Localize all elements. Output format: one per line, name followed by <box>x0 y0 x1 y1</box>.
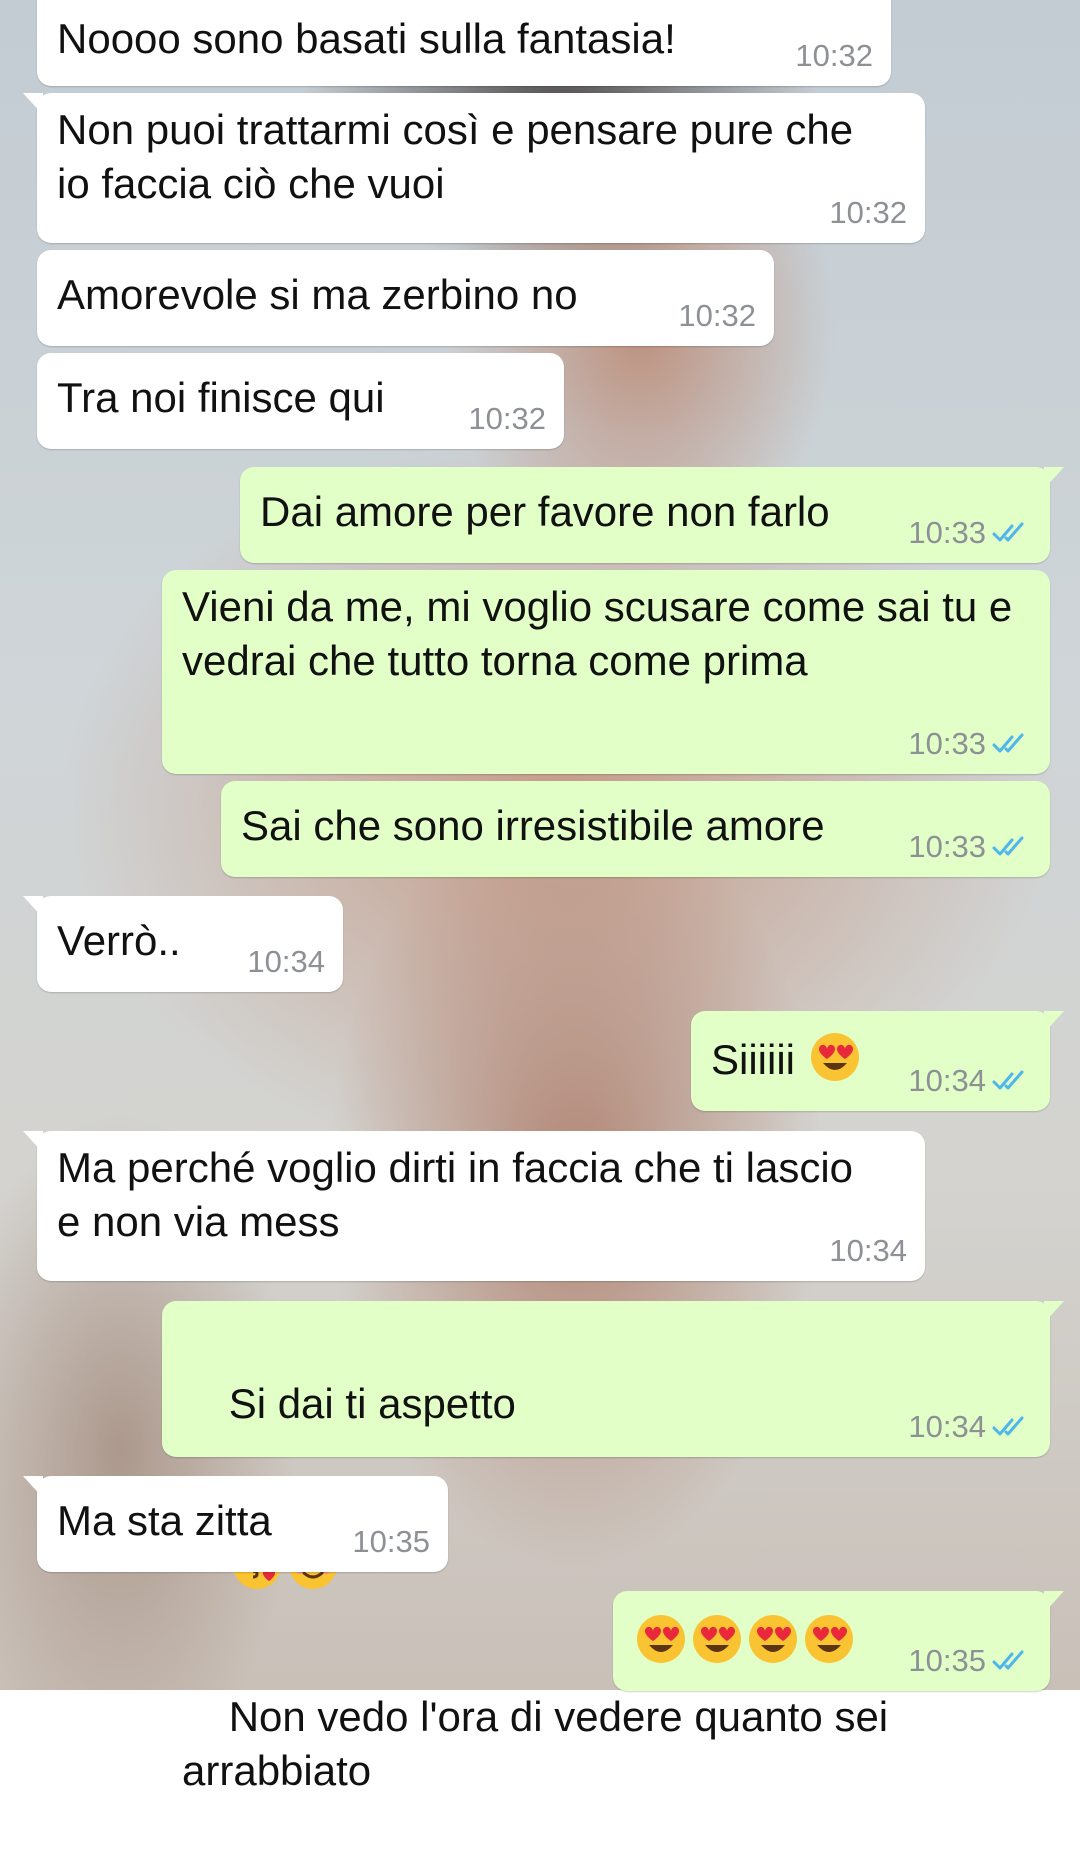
message-time: 10:32 <box>678 298 756 333</box>
message-meta: 10:32 <box>829 195 907 231</box>
read-ticks-icon <box>992 1070 1024 1090</box>
message-time: 10:33 <box>908 829 986 864</box>
message-meta: 10:32 <box>468 401 546 437</box>
message-time: 10:32 <box>468 401 546 436</box>
message-time: 10:35 <box>908 1643 986 1678</box>
message-meta: 10:34 <box>908 1063 1032 1099</box>
message-time: 10:33 <box>908 515 986 550</box>
incoming-message[interactable]: Ma sta zitta 10:35 <box>23 1476 448 1572</box>
message-meta: 10:33 <box>908 829 1032 865</box>
read-ticks-icon <box>992 522 1024 542</box>
message-meta: 10:34 <box>247 944 325 980</box>
message-text: Si dai ti aspetto Non vedo l'ora di vede… <box>182 1323 1010 1852</box>
incoming-message[interactable]: Tra noi finisce qui 10:32 <box>37 353 564 449</box>
message-meta: 10:35 <box>352 1524 430 1560</box>
message-time: 10:34 <box>908 1409 986 1444</box>
message-meta: 10:32 <box>795 38 873 74</box>
read-ticks-icon <box>992 836 1024 856</box>
message-time: 10:34 <box>908 1063 986 1098</box>
message-time: 10:35 <box>352 1524 430 1559</box>
message-text: Amorevole si ma zerbino no <box>57 271 578 318</box>
outgoing-message[interactable]: Vieni da me, mi voglio scusare come sai … <box>162 570 1050 774</box>
message-meta: 10:33 <box>908 726 1032 762</box>
incoming-message[interactable]: Amorevole si ma zerbino no 10:32 <box>37 250 774 346</box>
outgoing-message[interactable]: Dai amore per favore non farlo 10:33 <box>240 467 1064 563</box>
read-ticks-icon <box>992 733 1024 753</box>
message-time: 10:33 <box>908 726 986 761</box>
message-meta: 10:34 <box>829 1233 907 1269</box>
incoming-message[interactable]: Non puoi trattarmi così e pensare pure c… <box>23 93 925 243</box>
message-text-part: Siiiiii <box>711 1036 795 1083</box>
message-meta: 10:33 <box>908 515 1032 551</box>
outgoing-message[interactable]: Sai che sono irresistibile amore 10:33 <box>221 781 1050 877</box>
read-ticks-icon <box>992 1650 1024 1670</box>
incoming-message[interactable]: Verrò.. 10:34 <box>23 896 343 992</box>
outgoing-message[interactable]: Si dai ti aspetto Non vedo l'ora di vede… <box>162 1301 1064 1794</box>
message-meta: 10:34 <box>908 1409 1032 1445</box>
message-meta: 10:32 <box>678 298 756 334</box>
outgoing-message[interactable]: 10:35 <box>613 1591 1064 1691</box>
heart-eyes-emoji <box>691 1613 743 1665</box>
message-text <box>633 1613 857 1669</box>
message-time: 10:32 <box>829 195 907 230</box>
message-text: Noooo sono basati sulla fantasia! <box>57 15 676 62</box>
message-text: Non puoi trattarmi così e pensare pure c… <box>57 106 865 207</box>
incoming-message[interactable]: Ma perché voglio dirti in faccia che ti … <box>23 1131 925 1281</box>
heart-eyes-emoji <box>635 1613 687 1665</box>
message-text-part: Non vedo l'ora di vedere quanto sei arra… <box>182 1693 900 1794</box>
message-text: Siiiiii <box>711 1031 863 1087</box>
message-text: Ma perché voglio dirti in faccia che ti … <box>57 1144 865 1245</box>
outgoing-message[interactable]: Siiiiii 10:34 <box>691 1011 1064 1111</box>
message-text-part: Si dai ti aspetto <box>228 1380 516 1427</box>
incoming-message[interactable]: Noooo sono basati sulla fantasia! 10:32 <box>37 0 891 86</box>
read-ticks-icon <box>992 1416 1024 1436</box>
message-time: 10:34 <box>247 944 325 979</box>
message-time: 10:34 <box>829 1233 907 1268</box>
heart-eyes-emoji <box>803 1613 855 1665</box>
message-meta: 10:35 <box>908 1643 1032 1679</box>
heart-eyes-emoji <box>809 1031 861 1083</box>
message-text: Vieni da me, mi voglio scusare come sai … <box>182 583 1024 684</box>
heart-eyes-emoji <box>747 1613 799 1665</box>
message-time: 10:32 <box>795 38 873 73</box>
